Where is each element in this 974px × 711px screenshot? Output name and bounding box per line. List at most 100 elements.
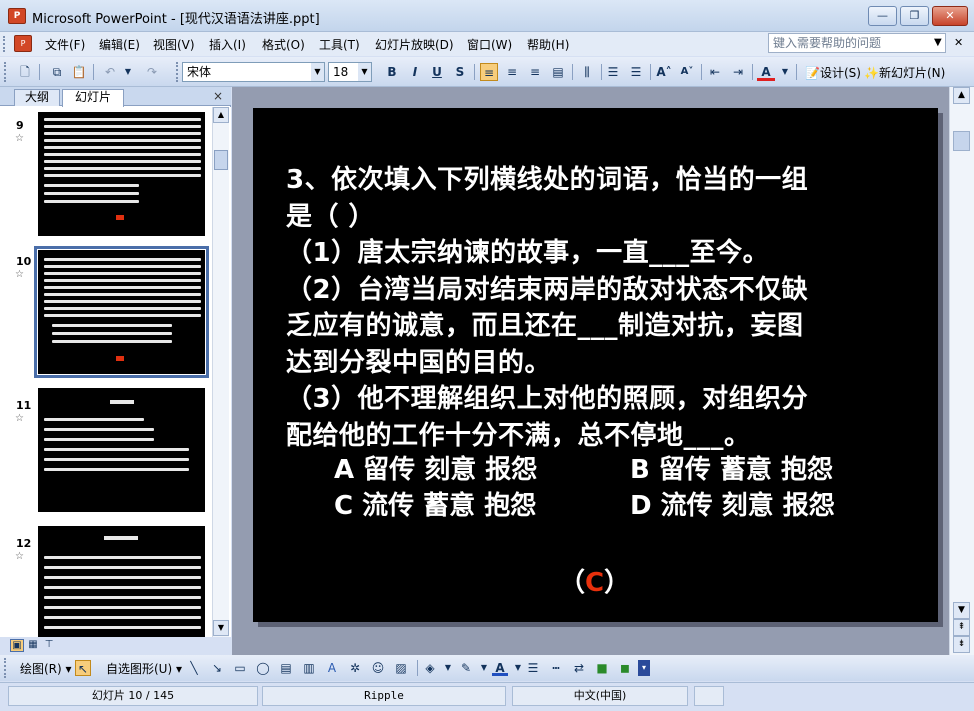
distribute-icon[interactable]: ▤ bbox=[549, 63, 567, 81]
arrow-icon[interactable]: ↘ bbox=[209, 660, 225, 676]
picture-icon[interactable]: ▨ bbox=[393, 660, 409, 676]
slide-scrollbar[interactable]: ▲ ▼ ⇞ ⇟ bbox=[949, 87, 974, 655]
transition-star-icon[interactable]: ☆ bbox=[15, 413, 24, 424]
toolbar-grip-handle[interactable] bbox=[176, 62, 180, 82]
slideshow-view-icon[interactable]: ⊤ bbox=[42, 639, 56, 652]
slide-thumbnail-11[interactable] bbox=[38, 388, 205, 512]
clipart-icon[interactable]: ☺ bbox=[370, 660, 386, 676]
undo-icon[interactable]: ↶ bbox=[101, 63, 119, 81]
align-left-icon[interactable]: ≡ bbox=[480, 63, 498, 81]
toolbar-grip-handle[interactable] bbox=[4, 658, 8, 678]
wordart-icon[interactable]: A bbox=[324, 660, 340, 676]
restore-button[interactable]: ❐ bbox=[900, 6, 929, 26]
increase-indent-icon[interactable]: ⇥ bbox=[729, 63, 747, 81]
autoshapes-button[interactable]: 自选图形(U) ▾ bbox=[106, 660, 182, 677]
chevron-down-icon[interactable]: ▼ bbox=[440, 660, 456, 676]
menu-view[interactable]: 视图(V) bbox=[153, 36, 195, 53]
powerpoint-app-icon[interactable]: P bbox=[8, 8, 26, 24]
menu-format[interactable]: 格式(O) bbox=[262, 36, 305, 53]
chevron-down-icon[interactable]: ▼ bbox=[476, 660, 492, 676]
help-dropdown-icon[interactable]: ▼ bbox=[934, 37, 942, 48]
thumbnail-scrollbar[interactable]: ▲ ▼ bbox=[212, 107, 229, 637]
menu-insert[interactable]: 插入(I) bbox=[209, 36, 246, 53]
transition-star-icon[interactable]: ☆ bbox=[15, 269, 24, 280]
previous-slide-icon[interactable]: ⇞ bbox=[953, 619, 970, 636]
menu-slideshow[interactable]: 幻灯片放映(D) bbox=[375, 36, 454, 53]
normal-view-icon[interactable]: ▣ bbox=[10, 639, 24, 652]
shadow-button[interactable]: S bbox=[451, 63, 469, 81]
tab-slides[interactable]: 幻灯片 bbox=[62, 89, 124, 107]
redo-icon[interactable]: ↷ bbox=[143, 63, 161, 81]
tab-outline[interactable]: 大纲 bbox=[14, 89, 60, 106]
help-search-input[interactable]: 键入需要帮助的问题 bbox=[768, 33, 946, 53]
scroll-down-icon[interactable]: ▼ bbox=[213, 620, 229, 636]
font-color-dropdown-icon[interactable]: ▼ bbox=[776, 63, 794, 81]
slide-thumbnail-10[interactable] bbox=[34, 246, 209, 378]
menu-help[interactable]: 帮助(H) bbox=[527, 36, 569, 53]
text-direction-icon[interactable]: ⫼ bbox=[578, 63, 596, 81]
document-close-icon[interactable]: ✕ bbox=[954, 36, 963, 49]
scrollbar-thumb[interactable] bbox=[214, 150, 228, 170]
scroll-up-icon[interactable]: ▲ bbox=[213, 107, 229, 123]
menu-file[interactable]: 文件(F) bbox=[45, 36, 85, 53]
line-color-icon[interactable]: ✎ bbox=[458, 660, 474, 676]
slide-thumbnail-9[interactable] bbox=[38, 112, 205, 236]
align-right-icon[interactable]: ≡ bbox=[526, 63, 544, 81]
textbox-icon[interactable]: ▤ bbox=[278, 660, 294, 676]
rectangle-icon[interactable]: ▭ bbox=[232, 660, 248, 676]
line-style-icon[interactable]: ☰ bbox=[525, 660, 541, 676]
menu-window[interactable]: 窗口(W) bbox=[467, 36, 512, 53]
font-color-icon[interactable]: A bbox=[757, 63, 775, 81]
minimize-button[interactable]: — bbox=[868, 6, 897, 26]
line-icon[interactable]: ╲ bbox=[186, 660, 202, 676]
toolbar-options-icon[interactable]: ▾ bbox=[638, 660, 650, 676]
draw-menu-button[interactable]: 绘图(R) ▾ bbox=[20, 660, 72, 677]
diagram-icon[interactable]: ✲ bbox=[347, 660, 363, 676]
copy-icon[interactable]: ⧉ bbox=[48, 63, 66, 81]
document-icon[interactable]: P bbox=[14, 35, 32, 52]
answer-options[interactable]: A 留传 刻意 报怨 B 留传 蓄意 抱怨 C 流传 蓄意 抱怨 D 流传 刻意 报… bbox=[334, 452, 835, 524]
scroll-up-icon[interactable]: ▲ bbox=[953, 87, 970, 104]
answer-text[interactable]: （C） bbox=[559, 562, 630, 599]
vertical-textbox-icon[interactable]: ▥ bbox=[301, 660, 317, 676]
menu-grip-handle[interactable] bbox=[3, 36, 7, 52]
font-size-select[interactable]: 18 ▼ bbox=[328, 62, 372, 82]
menu-tools[interactable]: 工具(T) bbox=[319, 36, 360, 53]
chevron-down-icon[interactable]: ▼ bbox=[510, 660, 526, 676]
new-slide-button[interactable]: ✨新幻灯片(N) bbox=[864, 64, 945, 81]
scrollbar-thumb[interactable] bbox=[953, 131, 970, 151]
oval-icon[interactable]: ◯ bbox=[255, 660, 271, 676]
close-button[interactable]: ✕ bbox=[932, 6, 968, 26]
numbering-icon[interactable]: ☰ bbox=[604, 63, 622, 81]
design-button[interactable]: 📝设计(S) bbox=[805, 64, 861, 81]
font-name-select[interactable]: 宋体 ▼ bbox=[182, 62, 325, 82]
dash-style-icon[interactable]: ┅ bbox=[548, 660, 564, 676]
select-pointer-icon[interactable]: ↖ bbox=[75, 660, 91, 676]
question-text[interactable]: 3、依次填入下列横线处的词语，恰当的一组 是（ ） （1）唐太宗纳谏的故事，一直… bbox=[286, 162, 906, 454]
decrease-font-icon[interactable]: A˅ bbox=[678, 63, 696, 81]
increase-font-icon[interactable]: A˄ bbox=[655, 63, 673, 81]
undo-dropdown-icon[interactable]: ▼ bbox=[119, 63, 137, 81]
slide-sorter-icon[interactable]: ▦ bbox=[26, 639, 40, 652]
chevron-down-icon[interactable]: ▼ bbox=[311, 63, 324, 81]
decrease-indent-icon[interactable]: ⇤ bbox=[706, 63, 724, 81]
font-color-icon[interactable]: A bbox=[492, 660, 508, 676]
align-center-icon[interactable]: ≡ bbox=[503, 63, 521, 81]
italic-button[interactable]: I bbox=[406, 63, 424, 81]
transition-star-icon[interactable]: ☆ bbox=[15, 133, 24, 144]
3d-style-icon[interactable]: ◼ bbox=[617, 660, 633, 676]
new-document-icon[interactable]: 🗋 bbox=[16, 63, 34, 81]
shadow-style-icon[interactable]: ■ bbox=[594, 660, 610, 676]
toolbar-grip-handle[interactable] bbox=[4, 62, 8, 82]
bold-button[interactable]: B bbox=[383, 63, 401, 81]
close-icon[interactable]: × bbox=[213, 89, 223, 103]
transition-star-icon[interactable]: ☆ bbox=[15, 551, 24, 562]
chevron-down-icon[interactable]: ▼ bbox=[358, 63, 371, 81]
paste-icon[interactable]: 📋 bbox=[70, 63, 88, 81]
arrow-style-icon[interactable]: ⇄ bbox=[571, 660, 587, 676]
scroll-down-icon[interactable]: ▼ bbox=[953, 602, 970, 619]
fill-color-icon[interactable]: ◈ bbox=[422, 660, 438, 676]
menu-edit[interactable]: 编辑(E) bbox=[99, 36, 140, 53]
bullets-icon[interactable]: ☰ bbox=[627, 63, 645, 81]
underline-button[interactable]: U bbox=[428, 63, 446, 81]
